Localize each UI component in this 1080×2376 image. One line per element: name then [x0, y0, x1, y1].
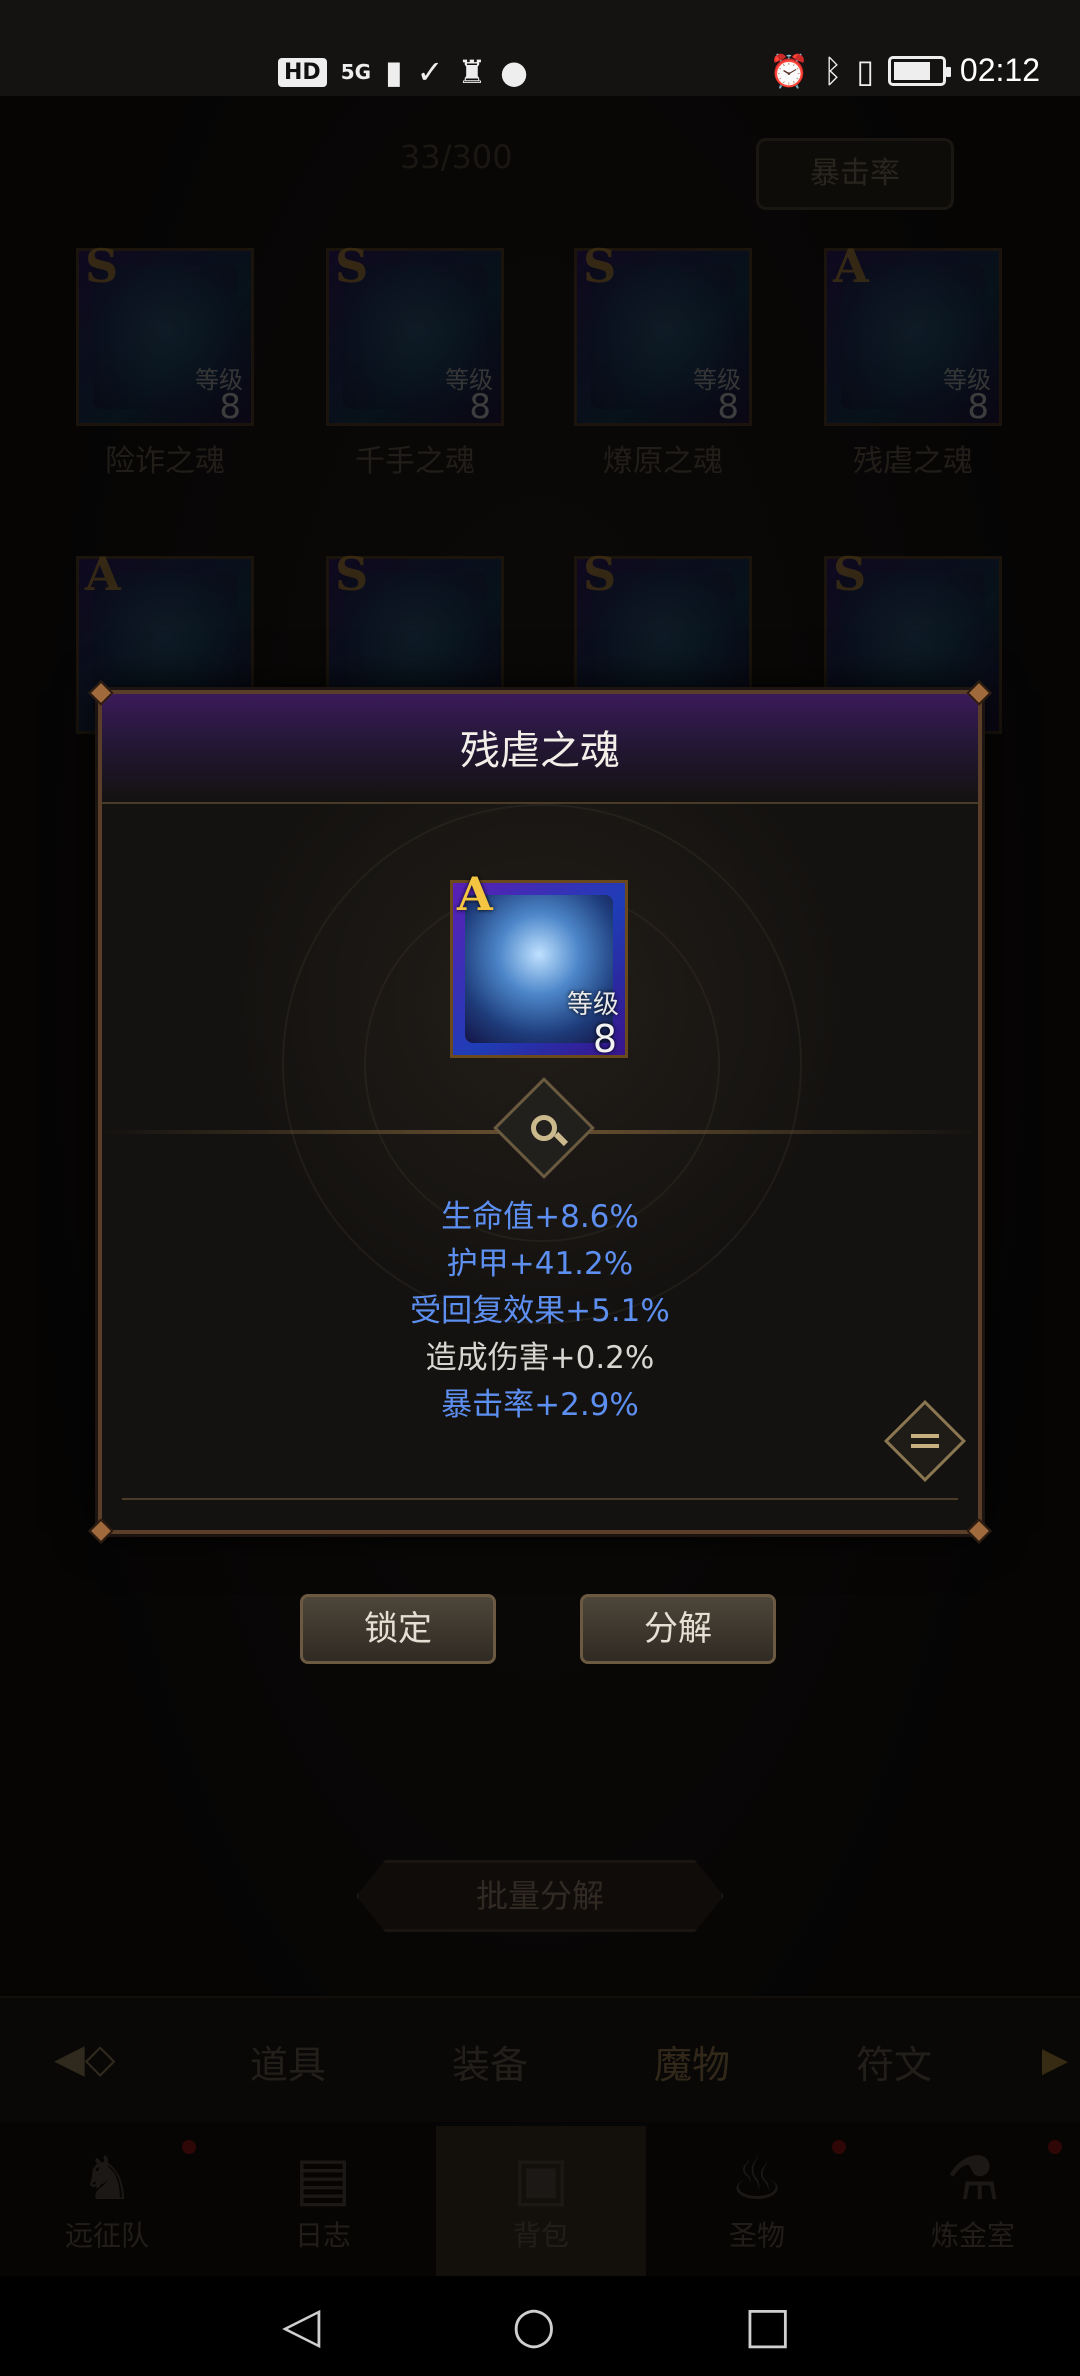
level-number: 8 — [717, 387, 739, 427]
soul-name: 险诈之魂 — [105, 444, 225, 479]
nav-label: 圣物 — [728, 2219, 785, 2252]
notification-dot — [182, 2140, 196, 2154]
mass-decompose-button[interactable]: 批量分解 — [356, 1860, 724, 1932]
tab-next-arrow-icon[interactable]: ▶ — [1042, 2040, 1068, 2080]
wechat-icon: ● — [500, 53, 529, 91]
recents-icon[interactable]: □ — [744, 2300, 791, 2350]
grade-badge: S — [335, 547, 369, 601]
nav-relics[interactable]: ♨ 圣物 — [652, 2126, 862, 2276]
sort-button[interactable]: 暴击率 — [756, 138, 954, 210]
divider — [122, 1498, 958, 1500]
decompose-button[interactable]: 分解 — [580, 1594, 776, 1664]
soul-detail-dialog: 残虐之魂 A 等级 8 生命值+8.6% 护甲+41.2% 受回复效果+5.1%… — [88, 680, 992, 1544]
home-icon[interactable]: ○ — [512, 2300, 556, 2350]
grade-badge: S — [833, 547, 867, 601]
clock: 02:12 — [959, 52, 1040, 88]
system-nav-bar: ◁ ○ □ — [0, 2276, 1080, 2376]
soul-preview: A 等级 8 — [450, 867, 628, 1061]
tab-runes[interactable]: 符文 — [856, 2034, 932, 2089]
alarm-icon: ⏰ — [769, 51, 810, 90]
stat-crit-rate: 暴击率+2.9% — [441, 1387, 639, 1423]
soul-name: 残虐之魂 — [853, 444, 973, 479]
nav-backpack[interactable]: ▣ 背包 — [436, 2126, 646, 2276]
soul-card-0[interactable]: S 等级 8 — [76, 239, 254, 427]
grade-badge: S — [335, 239, 369, 293]
dialog-title: 残虐之魂 — [460, 728, 620, 774]
grade-badge: A — [833, 239, 869, 293]
grade-badge: S — [85, 239, 119, 293]
vibrate-icon: ▯ — [856, 51, 874, 90]
stat-hp: 生命值+8.6% — [441, 1199, 639, 1235]
signal-icon: ▮ — [385, 53, 403, 91]
soul-card-1[interactable]: S 等级 8 — [326, 239, 504, 427]
grade-badge: A — [85, 547, 121, 601]
bluetooth-icon: ᛒ — [823, 51, 843, 90]
nav-label: 日志 — [294, 2219, 351, 2252]
level-tag: 等级 — [566, 990, 619, 1020]
scroll-icon: ▤ — [294, 2144, 352, 2214]
soul-name: 燎原之魂 — [603, 444, 723, 479]
network-indicator: 5G — [340, 60, 372, 84]
tab-back-arrow-icon[interactable]: ◀◇ — [54, 2036, 154, 2084]
nav-label: 背包 — [512, 2219, 569, 2252]
chest-icon: ▣ — [512, 2144, 570, 2214]
battery-icon — [887, 55, 951, 86]
status-bar: HD 5G ▮ ✓ ♜ ● ⏰ ᛒ ▯ 02:12 — [0, 0, 1080, 96]
zoom-button[interactable] — [493, 1077, 595, 1179]
soul-card-2[interactable]: S 等级 8 — [574, 239, 752, 427]
grade-badge: A — [457, 867, 493, 921]
tab-monsters[interactable]: 魔物 — [654, 2034, 730, 2089]
alchemy-icon: ⚗ — [946, 2144, 1000, 2214]
nav-label: 远征队 — [64, 2219, 149, 2252]
tab-equipment[interactable]: 装备 — [452, 2034, 528, 2089]
lock-button[interactable]: 锁定 — [300, 1594, 496, 1664]
nav-alchemy[interactable]: ⚗ 炼金室 — [868, 2126, 1078, 2276]
nav-expedition[interactable]: ♞ 远征队 — [2, 2126, 212, 2276]
stat-armor: 护甲+41.2% — [446, 1246, 634, 1282]
grade-badge: S — [583, 239, 617, 293]
stat-damage-dealt: 造成伤害+0.2% — [425, 1340, 655, 1376]
soul-name: 千手之魂 — [355, 444, 475, 479]
level-number: 8 — [469, 387, 491, 427]
notification-dot — [832, 2140, 846, 2154]
soul-card-3[interactable]: A 等级 8 — [824, 239, 1002, 427]
bottom-nav: ♞ 远征队 ▤ 日志 ▣ 背包 ♨ 圣物 ⚗ 炼金室 — [0, 2126, 1080, 2276]
swap-icon — [899, 1415, 951, 1467]
level-number: 8 — [592, 1017, 617, 1061]
level-number: 8 — [967, 387, 989, 427]
back-icon[interactable]: ◁ — [282, 2300, 320, 2350]
viking-helmet-icon: ♞ — [80, 2144, 134, 2214]
grade-badge: S — [583, 547, 617, 601]
stat-list: 生命值+8.6% 护甲+41.2% 受回复效果+5.1% 造成伤害+0.2% 暴… — [102, 1194, 978, 1429]
pay-icon: ✓ — [416, 53, 444, 91]
tab-items[interactable]: 道具 — [250, 2034, 326, 2089]
nav-journal[interactable]: ▤ 日志 — [218, 2126, 428, 2276]
notification-dot — [1048, 2140, 1062, 2154]
torch-icon: ♨ — [730, 2144, 784, 2214]
magnifier-icon — [511, 1095, 577, 1161]
hd-indicator: HD — [278, 57, 327, 87]
status-right: ⏰ ᛒ ▯ 02:12 — [769, 52, 1040, 89]
nav-label: 炼金室 — [930, 2219, 1015, 2252]
status-left: HD 5G ▮ ✓ ♜ ● — [278, 56, 528, 88]
castle-icon: ♜ — [457, 53, 487, 91]
bag-capacity: 33/300 — [400, 138, 513, 176]
stat-healing-received: 受回复效果+5.1% — [410, 1293, 670, 1329]
level-number: 8 — [219, 387, 241, 427]
category-tabs: ◀◇ 道具 装备 魔物 符文 ▶ — [0, 1996, 1080, 2122]
